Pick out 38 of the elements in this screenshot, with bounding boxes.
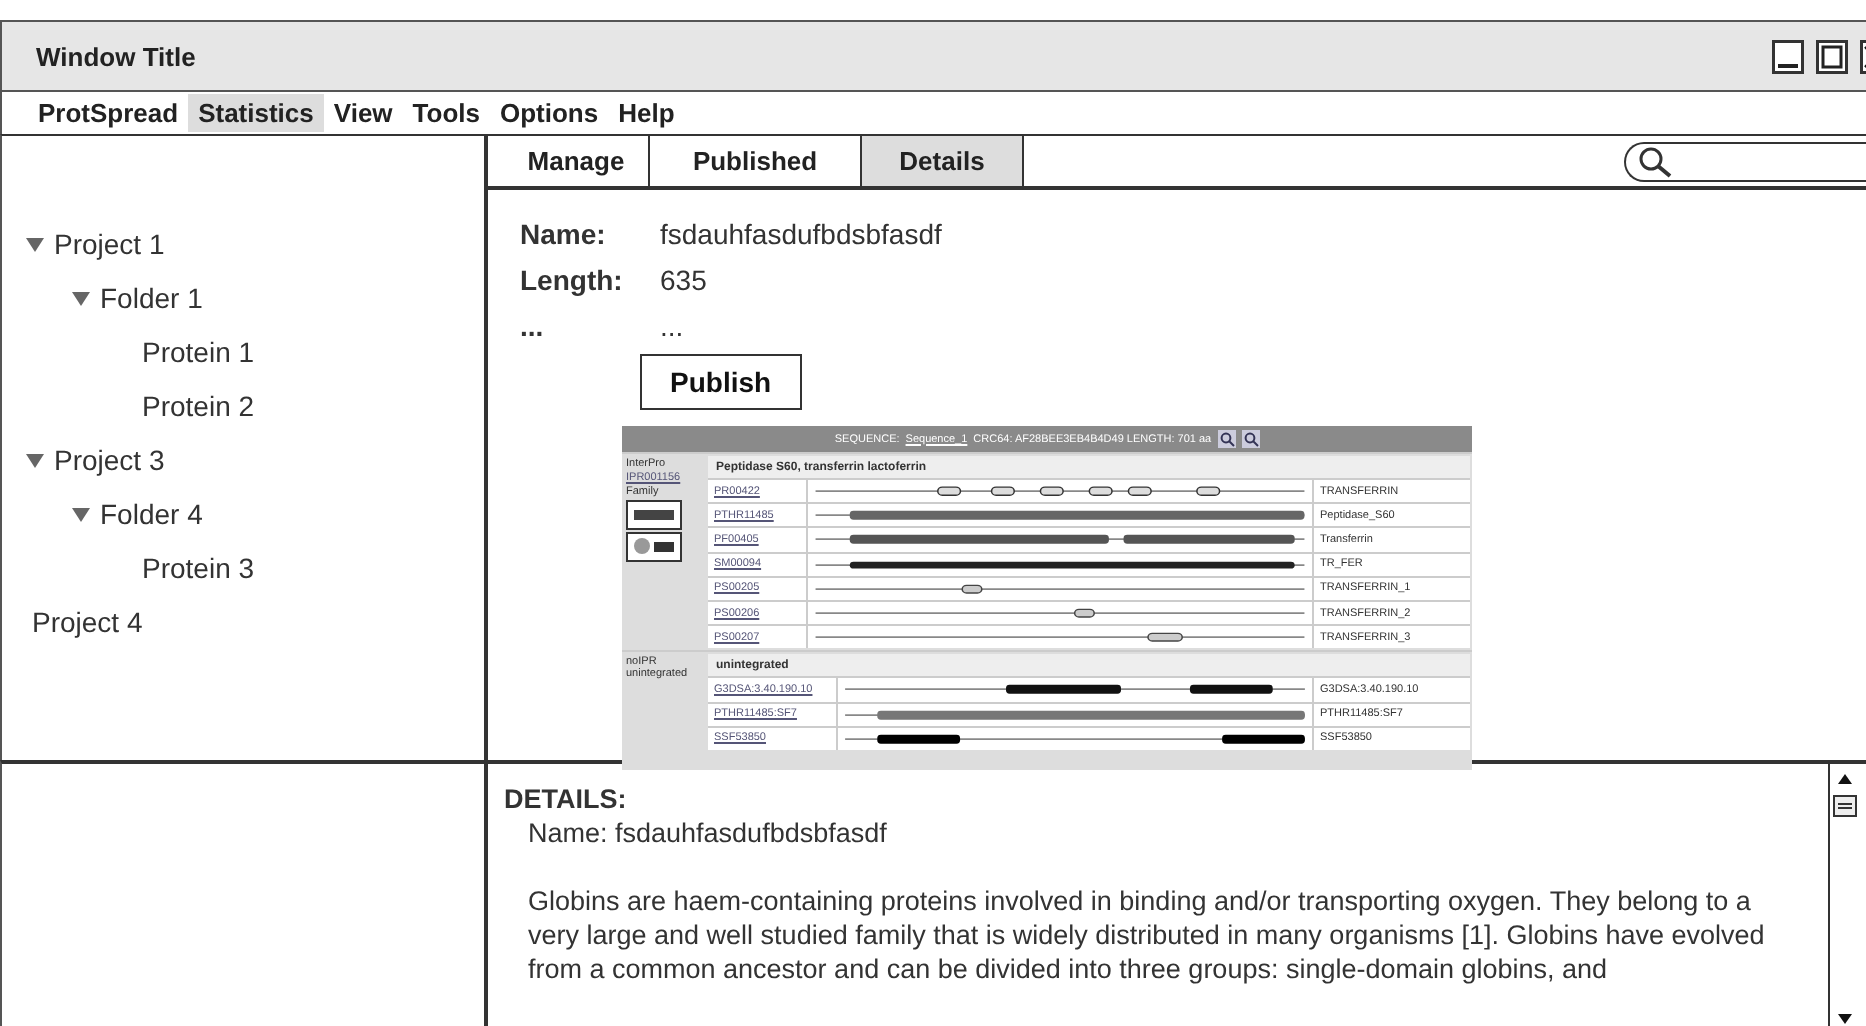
field-value: 635 <box>660 264 709 296</box>
tree-item[interactable]: Folder 4 <box>100 497 203 529</box>
tree-item[interactable]: Protein 3 <box>142 551 255 583</box>
window-title: Window Title <box>36 41 198 71</box>
field-value: fsdauhfasdufbdsbfasdf <box>660 218 944 250</box>
expanded-triangle-icon[interactable] <box>26 235 44 251</box>
tree-item[interactable]: Folder 1 <box>100 281 203 313</box>
tree-item[interactable]: Protein 1 <box>142 335 255 367</box>
menu-item[interactable]: View <box>323 94 403 132</box>
details-name: Name: fsdauhfasdufbdsbfasdf <box>526 816 889 850</box>
field-value: ... <box>660 310 686 342</box>
expanded-triangle-icon[interactable] <box>26 451 44 467</box>
field-label: Length: <box>520 264 625 296</box>
menu-item[interactable]: ProtSpread <box>28 94 189 132</box>
description-paragraph: Globins are haem-containing proteins involved in binding and/or transporting oxygen. They belong to a very large and well studied family that is widely distributed in many organisms [1]. Globins have evolved from a common ancestor and can be divided into three groups: single-domain globins, and <box>526 884 1767 986</box>
tree-item[interactable]: Protein 2 <box>142 389 255 421</box>
logo-icon <box>626 532 682 562</box>
search-field[interactable] <box>1624 141 1866 181</box>
menu-item[interactable]: Help <box>608 94 685 132</box>
minimize-icon[interactable] <box>1772 39 1804 73</box>
tree-item[interactable]: Project 1 <box>54 227 165 259</box>
search-icon <box>1638 145 1674 177</box>
expanded-triangle-icon[interactable] <box>72 289 90 305</box>
menu-item[interactable]: Options <box>489 94 609 132</box>
tab[interactable]: Details <box>862 136 1024 186</box>
tree-item[interactable]: Project 4 <box>32 605 143 637</box>
zoom-in-icon[interactable] <box>1217 430 1236 448</box>
field-label: ... <box>520 310 546 342</box>
menu-item[interactable]: Statistics <box>188 94 324 132</box>
publish-button[interactable]: Publish <box>640 354 802 410</box>
maximize-icon[interactable] <box>1816 39 1848 73</box>
menu-item[interactable]: Tools <box>402 94 490 132</box>
logo-icon <box>626 500 682 530</box>
details-heading: DETAILS: <box>504 782 629 816</box>
expanded-triangle-icon[interactable] <box>72 505 90 521</box>
zoom-out-icon[interactable] <box>1241 430 1260 448</box>
field-label: Name: <box>520 218 608 250</box>
tree-item[interactable]: Project 3 <box>54 443 165 475</box>
